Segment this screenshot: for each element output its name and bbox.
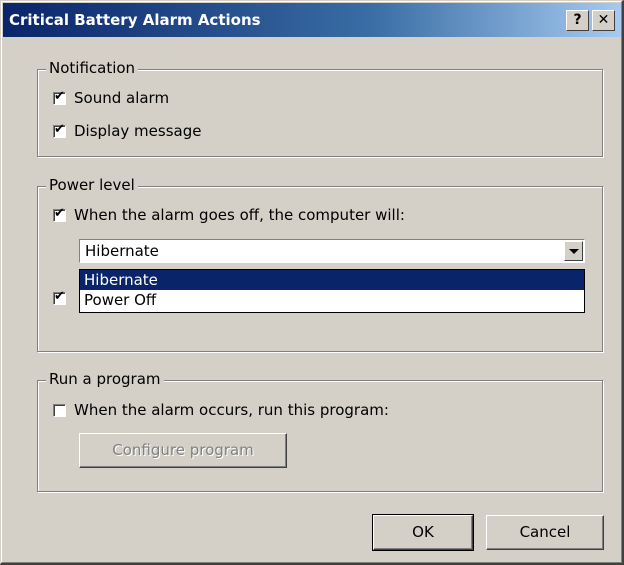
power-action-combobox[interactable]: Hibernate bbox=[79, 239, 585, 263]
display-message-option[interactable]: Display message bbox=[53, 122, 201, 140]
ok-button[interactable]: OK bbox=[372, 514, 474, 551]
run-program-legend: Run a program bbox=[46, 370, 164, 388]
obscured-checkbox[interactable] bbox=[53, 289, 66, 305]
window-title: Critical Battery Alarm Actions bbox=[9, 11, 261, 29]
cancel-button[interactable]: Cancel bbox=[486, 515, 604, 550]
configure-program-button[interactable]: Configure program bbox=[79, 433, 287, 468]
dialog-window: Critical Battery Alarm Actions ? ✕ Notif… bbox=[0, 0, 624, 565]
when-alarm-label: When the alarm goes off, the computer wi… bbox=[74, 206, 405, 224]
sound-alarm-checkbox[interactable] bbox=[53, 89, 66, 105]
when-alarm-checkbox[interactable] bbox=[53, 206, 66, 222]
power-action-dropdown-list: Hibernate Power Off bbox=[79, 269, 585, 313]
dropdown-arrow-button[interactable] bbox=[564, 241, 583, 261]
help-button[interactable]: ? bbox=[566, 10, 589, 31]
notification-legend: Notification bbox=[46, 59, 139, 77]
dropdown-option-hibernate[interactable]: Hibernate bbox=[80, 270, 584, 290]
when-alarm-option[interactable]: When the alarm goes off, the computer wi… bbox=[53, 206, 405, 224]
title-bar[interactable]: Critical Battery Alarm Actions ? ✕ bbox=[3, 3, 621, 37]
display-message-checkbox[interactable] bbox=[53, 122, 66, 138]
close-button[interactable]: ✕ bbox=[592, 10, 615, 31]
run-program-option[interactable]: When the alarm occurs, run this program: bbox=[53, 401, 389, 419]
dropdown-option-power-off[interactable]: Power Off bbox=[80, 290, 584, 310]
run-program-checkbox[interactable] bbox=[53, 403, 66, 417]
sound-alarm-label: Sound alarm bbox=[74, 89, 170, 107]
run-program-label: When the alarm occurs, run this program: bbox=[74, 401, 389, 419]
power-action-value: Hibernate bbox=[85, 242, 159, 260]
sound-alarm-option[interactable]: Sound alarm bbox=[53, 89, 169, 107]
power-level-legend: Power level bbox=[46, 176, 138, 194]
display-message-label: Display message bbox=[74, 122, 202, 140]
close-icon: ✕ bbox=[597, 12, 610, 28]
notification-group: Notification bbox=[37, 59, 603, 157]
